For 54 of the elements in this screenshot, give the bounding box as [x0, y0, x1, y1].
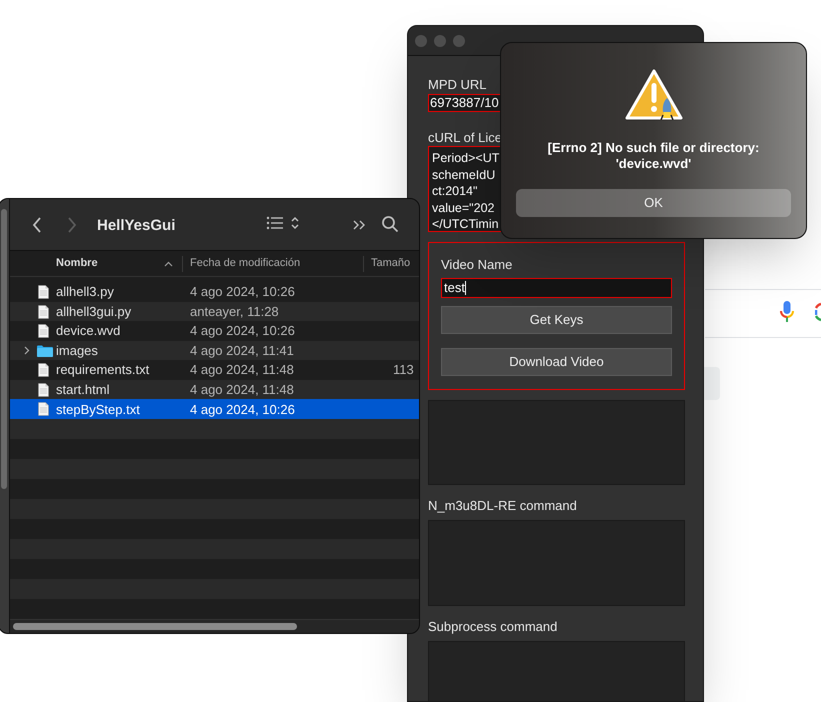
- file-name: allhell3gui.py: [56, 302, 132, 321]
- sort-icon[interactable]: [164, 261, 173, 267]
- app-button[interactable]: Download Video: [441, 348, 672, 376]
- alert-message: [Errno 2] No such file or directory:: [548, 140, 760, 156]
- column-header[interactable]: Fecha de modificación: [190, 255, 300, 272]
- file-row[interactable]: allhell3gui.py anteayer, 11:28: [10, 302, 419, 322]
- field-label: N_m3u8DL-RE command: [428, 497, 578, 512]
- file-row[interactable]: stepByStep.txt 4 ago 2024, 10:26: [10, 399, 419, 420]
- file-icon: [38, 363, 49, 378]
- file-row[interactable]: start.html 4 ago 2024, 11:48: [10, 380, 419, 400]
- disclosure-icon[interactable]: [24, 346, 30, 355]
- file-name: allhell3.py: [56, 283, 114, 302]
- modified-date: 4 ago 2024, 11:48: [190, 361, 294, 380]
- text-line: ct:2014": [432, 183, 478, 200]
- file-icon: [38, 402, 49, 416]
- microphone-icon[interactable]: [780, 301, 794, 323]
- modified-date: anteayer, 11:28: [190, 302, 279, 321]
- file-name: device.wvd: [56, 322, 120, 340]
- file-row[interactable]: images 4 ago 2024, 11:41: [10, 340, 419, 360]
- modified-date: 4 ago 2024, 10:26: [190, 322, 295, 340]
- file-icon: [38, 324, 49, 338]
- modified-date: 4 ago 2024, 11:41: [190, 342, 294, 360]
- folder-icon: [37, 344, 53, 357]
- forward-icon[interactable]: [67, 217, 77, 233]
- file-name: images: [56, 342, 98, 360]
- app-button[interactable]: Get Keys: [441, 306, 672, 334]
- file-name: stepByStep.txt: [56, 400, 140, 419]
- field-label: Video Name: [441, 256, 514, 271]
- file-icon: [38, 304, 49, 319]
- chevrons-icon[interactable]: [353, 218, 367, 232]
- field-label: MPD URL: [428, 76, 488, 91]
- modified-date: 4 ago 2024, 10:26: [190, 400, 295, 419]
- file-size: 113: [393, 361, 414, 380]
- text-line: Period><UT: [432, 150, 500, 166]
- alert-message: 'device.wvd': [616, 156, 692, 172]
- window-title: HellYesGui: [97, 216, 176, 236]
- modified-date: 4 ago 2024, 11:48: [190, 380, 294, 399]
- modified-date: 4 ago 2024, 10:26: [190, 283, 295, 302]
- field-label: Subprocess command: [428, 618, 558, 633]
- input-field[interactable]: test: [441, 278, 672, 298]
- back-icon[interactable]: [32, 217, 42, 233]
- field-value: test: [444, 279, 465, 297]
- column-header[interactable]: Nombre: [56, 255, 98, 272]
- column-header[interactable]: Tamaño: [371, 255, 410, 272]
- file-icon: [38, 285, 49, 299]
- file-name: start.html: [56, 380, 110, 399]
- ok-button[interactable]: OK: [516, 189, 791, 217]
- scroll-thumb[interactable]: [13, 623, 297, 630]
- text-line: schemeIdU: [432, 166, 496, 183]
- search-icon[interactable]: [381, 215, 399, 233]
- text-line: </UTCTimin: [432, 216, 500, 231]
- file-icon: [38, 382, 49, 397]
- text-line: value="202: [432, 200, 496, 216]
- file-name: requirements.txt: [56, 361, 150, 380]
